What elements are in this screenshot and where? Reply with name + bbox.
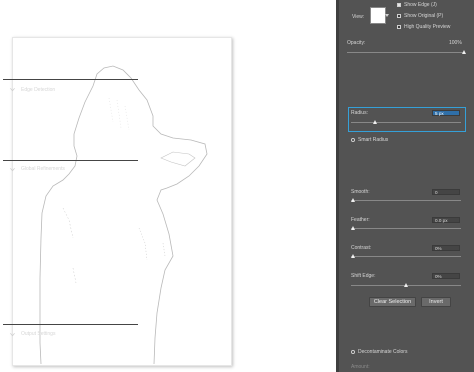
output-settings-title: Output Settings: [21, 331, 56, 337]
view-dropdown-arrow-icon[interactable]: [385, 14, 389, 17]
chevron-down-icon: [10, 333, 15, 337]
amount-label: Amount:: [351, 364, 370, 370]
show-original-checkbox[interactable]: [397, 14, 401, 18]
high-quality-preview-label: High Quality Preview: [404, 24, 451, 30]
smart-radius-checkbox[interactable]: [351, 138, 355, 142]
smooth-slider-thumb[interactable]: [351, 198, 355, 202]
smart-radius-label: Smart Radius: [358, 137, 389, 143]
opacity-slider-thumb[interactable]: [462, 50, 466, 54]
opacity-slider-track[interactable]: [347, 52, 465, 53]
show-edge-checkbox[interactable]: [397, 3, 401, 7]
smooth-input[interactable]: 0: [432, 189, 460, 195]
chevron-down-icon: [10, 88, 15, 92]
feather-label: Feather:: [351, 217, 370, 223]
view-label: View:: [352, 14, 365, 20]
edge-detection-header[interactable]: Edge Detection: [3, 79, 138, 93]
edge-detection-title: Edge Detection: [21, 87, 56, 93]
radius-input[interactable]: 5 px: [432, 110, 460, 116]
contrast-label: Contrast:: [351, 245, 372, 251]
contrast-input[interactable]: 0%: [432, 245, 460, 251]
refine-edge-panel: [336, 0, 474, 372]
chevron-down-icon: [10, 168, 15, 172]
feather-slider-track[interactable]: [351, 228, 461, 229]
opacity-label: Opacity:: [347, 40, 366, 46]
shift-edge-slider-thumb[interactable]: [404, 283, 408, 287]
panel-rail: [336, 0, 339, 372]
contrast-slider-thumb[interactable]: [351, 254, 355, 258]
feather-input[interactable]: 0.0 px: [432, 217, 460, 223]
shift-edge-label: Shift Edge:: [351, 273, 376, 279]
clear-selection-button[interactable]: Clear Selection: [369, 297, 416, 307]
invert-button[interactable]: Invert: [421, 297, 451, 307]
smooth-slider-track[interactable]: [351, 200, 461, 201]
decontaminate-colors-label: Decontaminate Colors: [358, 349, 408, 355]
contrast-slider-track[interactable]: [351, 256, 461, 257]
show-original-label: Show Original (P): [404, 13, 444, 19]
radius-slider-thumb[interactable]: [373, 120, 377, 124]
radius-slider-track[interactable]: [351, 122, 461, 123]
smooth-label: Smooth:: [351, 189, 370, 195]
global-refinements-header[interactable]: Global Refinements: [3, 160, 138, 172]
high-quality-preview-checkbox[interactable]: [397, 25, 401, 29]
global-refinements-title: Global Refinements: [21, 166, 65, 172]
radius-label: Radius:: [351, 110, 368, 116]
show-edge-label: Show Edge (J): [404, 2, 437, 8]
shift-edge-input[interactable]: 0%: [432, 273, 460, 279]
feather-slider-thumb[interactable]: [351, 226, 355, 230]
view-thumbnail[interactable]: [370, 7, 386, 24]
output-settings-header[interactable]: Output Settings: [3, 324, 138, 337]
opacity-value[interactable]: 100%: [449, 40, 462, 46]
decontaminate-colors-checkbox[interactable]: [351, 350, 355, 354]
canvas-area[interactable]: [0, 0, 336, 372]
